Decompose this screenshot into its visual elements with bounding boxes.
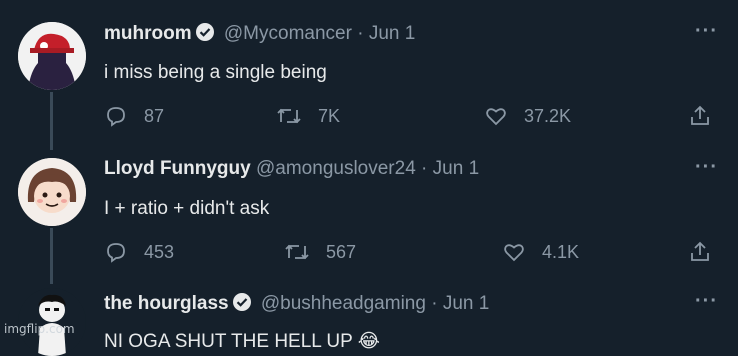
more-options-icon[interactable]: ···	[695, 156, 718, 179]
reply-count: 87	[144, 105, 165, 126]
share-icon	[691, 105, 709, 125]
avatar[interactable]	[18, 158, 86, 226]
display-name[interactable]: Lloyd Funnyguy	[104, 158, 251, 179]
like-count: 4.1K	[542, 241, 580, 262]
reply-icon	[107, 107, 125, 127]
retweet-count: 7K	[318, 105, 341, 126]
share-icon	[691, 241, 709, 261]
tweet-header: Lloyd Funnyguy @amonguslover24 · Jun 1	[104, 158, 479, 180]
date[interactable]: Jun 1	[369, 23, 415, 44]
handle[interactable]: @amonguslover24	[256, 158, 416, 179]
separator: ·	[431, 293, 438, 314]
reply-button[interactable]: 453	[104, 240, 174, 264]
heart-icon	[486, 108, 506, 126]
verified-badge-icon	[195, 22, 215, 48]
handle[interactable]: @Mycomancer	[224, 23, 352, 44]
action-bar: 87 7K 37.2K	[104, 104, 724, 134]
watermark: imgflip.com	[4, 322, 75, 336]
share-button[interactable]	[688, 104, 728, 128]
display-name[interactable]: the hourglass	[104, 293, 229, 314]
reply-icon	[107, 243, 125, 263]
like-button[interactable]: 4.1K	[502, 240, 579, 264]
retweet-icon	[277, 108, 301, 124]
tweet-header: the hourglass @bushheadgaming · Jun 1	[104, 292, 489, 318]
tweet-muhroom[interactable]: muhroom @Mycomancer · Jun 1 ··· i miss b…	[0, 20, 738, 142]
tweet-text: i miss being a single being	[104, 62, 327, 83]
separator: ·	[357, 23, 364, 44]
like-count: 37.2K	[524, 105, 572, 126]
avatar[interactable]	[18, 22, 86, 90]
more-options-icon[interactable]: ···	[695, 20, 718, 43]
retweet-icon	[285, 244, 309, 260]
reply-count: 453	[144, 241, 175, 262]
avatar-image	[18, 158, 86, 226]
tweet-header: muhroom @Mycomancer · Jun 1	[104, 22, 415, 48]
retweet-button[interactable]: 7K	[276, 104, 340, 128]
verified-badge-icon	[232, 292, 252, 318]
tweet-the-hourglass[interactable]: the hourglass @bushheadgaming · Jun 1 ··…	[0, 288, 738, 356]
retweet-button[interactable]: 567	[284, 240, 356, 264]
like-button[interactable]: 37.2K	[484, 104, 571, 128]
date[interactable]: Jun 1	[433, 158, 479, 179]
display-name[interactable]: muhroom	[104, 23, 192, 44]
more-options-icon[interactable]: ···	[695, 290, 718, 313]
retweet-count: 567	[326, 241, 357, 262]
tweet-text: NI OGA SHUT THE HELL UP 😂	[104, 331, 380, 352]
date[interactable]: Jun 1	[443, 293, 489, 314]
separator: ·	[421, 158, 428, 179]
tweet-lloyd-funnyguy[interactable]: Lloyd Funnyguy @amonguslover24 · Jun 1 ·…	[0, 156, 738, 278]
handle[interactable]: @bushheadgaming	[261, 293, 426, 314]
heart-icon	[504, 244, 524, 262]
action-bar: 453 567 4.1K	[104, 240, 724, 270]
tweet-text: I + ratio + didn't ask	[104, 198, 270, 219]
share-button[interactable]	[688, 240, 728, 264]
avatar-image	[18, 22, 86, 90]
reply-button[interactable]: 87	[104, 104, 164, 128]
